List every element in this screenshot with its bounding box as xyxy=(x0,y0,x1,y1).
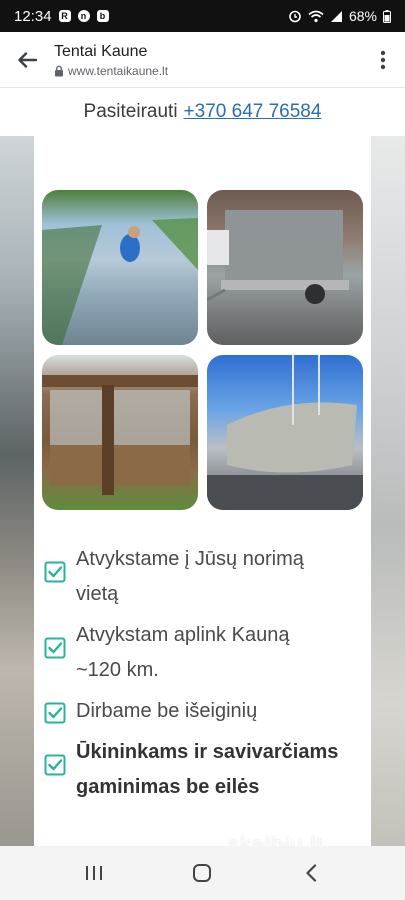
home-button[interactable] xyxy=(177,853,227,893)
battery-level: 68% xyxy=(348,8,377,24)
more-vertical-icon xyxy=(380,50,386,69)
wifi-icon xyxy=(308,10,324,22)
photo-gallery xyxy=(42,190,363,510)
feature-item: Atvykstame į Jūsų norimą vietą xyxy=(44,542,364,612)
photo-terrace-curtains[interactable] xyxy=(42,355,198,510)
notification-n-icon: n xyxy=(77,10,90,22)
background-image-right xyxy=(371,136,405,846)
check-square-icon xyxy=(44,561,66,583)
page-title: Tentai Kaune xyxy=(54,42,148,60)
home-icon xyxy=(193,864,212,882)
photo-covered-trailer[interactable] xyxy=(207,190,363,345)
url-row: www.tentaikaune.lt xyxy=(54,64,361,78)
feature-item: Dirbame be išeiginių xyxy=(44,694,364,729)
recent-apps-icon xyxy=(86,866,103,880)
check-square-icon xyxy=(44,702,66,724)
page-url: www.tentaikaune.lt xyxy=(68,63,169,78)
notification-b-icon: b xyxy=(96,10,109,22)
chevron-left-icon xyxy=(306,864,316,882)
feature-text: Atvykstam aplink Kauną ~120 km. xyxy=(76,624,290,681)
recent-apps-button[interactable] xyxy=(69,853,119,893)
arrow-left-icon xyxy=(18,51,37,68)
feature-item: Atvykstam aplink Kauną ~120 km. xyxy=(44,618,364,688)
status-bar: 12:34 R n b 68% xyxy=(0,0,405,32)
feature-text: Dirbame be išeiginių xyxy=(76,700,258,722)
content-card: Atvykstame į Jūsų norimą vietą Atvykstam … xyxy=(34,136,371,846)
check-square-icon xyxy=(44,754,66,776)
more-options-button[interactable] xyxy=(361,32,405,88)
alarm-icon xyxy=(289,10,301,23)
phone-link[interactable]: +370 647 76584 xyxy=(184,101,322,123)
r-icon: R xyxy=(58,10,71,22)
contact-label: Pasiteirauti xyxy=(83,101,178,122)
system-nav-bar xyxy=(0,846,405,900)
page-info[interactable]: Tentai Kaune www.tentaikaune.lt xyxy=(54,42,361,78)
back-button[interactable] xyxy=(0,32,54,88)
battery-icon xyxy=(383,9,391,23)
signal-icon xyxy=(330,10,342,22)
feature-text: Atvykstame į Jūsų norimą vietą xyxy=(76,548,304,605)
contact-strip: Pasiteirauti +370 647 76584 xyxy=(0,88,405,136)
check-square-icon xyxy=(44,637,66,659)
feature-text: Ūkininkams ir savivarčiams gaminimas be e… xyxy=(76,741,339,798)
status-time: 12:34 xyxy=(14,7,52,25)
feature-item: Ūkininkams ir savivarčiams gaminimas be e… xyxy=(44,735,364,805)
photo-boat-cover[interactable] xyxy=(207,355,363,510)
browser-toolbar: Tentai Kaune www.tentaikaune.lt xyxy=(0,32,405,88)
feature-list: Atvykstame į Jūsų norimą vietą Atvykstam … xyxy=(44,542,364,811)
back-nav-button[interactable] xyxy=(286,853,336,893)
photo-water-slide[interactable] xyxy=(42,190,198,345)
lock-icon xyxy=(55,65,63,76)
background-image-left xyxy=(0,136,34,846)
